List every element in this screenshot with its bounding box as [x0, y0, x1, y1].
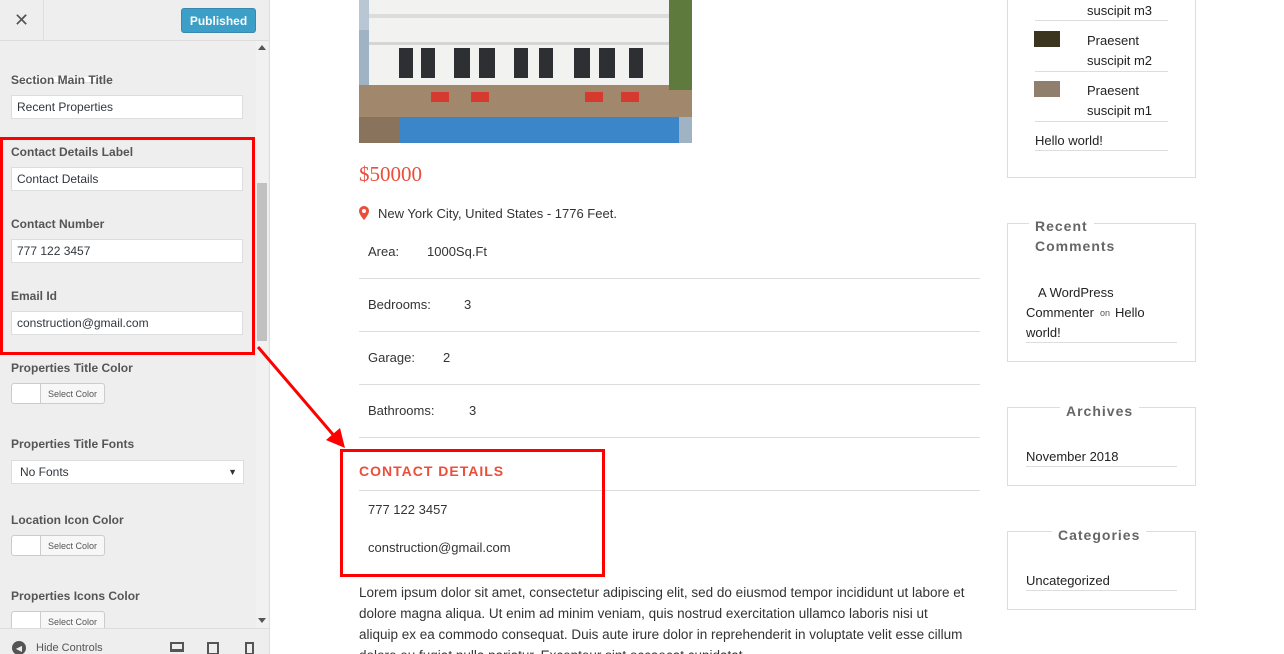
detail-value: 3 — [464, 297, 472, 312]
property-image — [359, 0, 692, 143]
detail-value: 1000Sq.Ft — [427, 244, 487, 259]
comment-post-link[interactable]: Hello — [1115, 305, 1145, 320]
contact-details-label-label: Contact Details Label — [11, 145, 134, 159]
mobile-preview-icon[interactable] — [245, 642, 254, 654]
scroll-up-icon[interactable] — [258, 45, 266, 50]
tablet-preview-icon[interactable] — [207, 642, 219, 654]
hide-controls-icon[interactable]: ◀ — [12, 641, 26, 654]
color-swatch — [12, 536, 41, 555]
divider — [359, 490, 980, 491]
hello-world-link[interactable]: Hello world! — [1035, 133, 1103, 148]
properties-icons-color-button[interactable]: Select Color — [11, 611, 105, 628]
recent-posts-widget: suscipit m3 Praesent suscipit m2 Praesen… — [1007, 0, 1196, 178]
widget-title: Recent — [1029, 218, 1094, 234]
detail-row-area: Area: 1000Sq.Ft — [359, 226, 980, 279]
caret-down-icon: ▼ — [228, 467, 237, 477]
customizer-footer: ◀ Hide Controls — [0, 628, 269, 654]
divider — [1035, 71, 1168, 72]
comment-author-cont[interactable]: Commenter — [1026, 305, 1094, 320]
customizer-screen: ✕ Published Section Main Title Recent Pr… — [0, 0, 1284, 654]
properties-title-color-label: Properties Title Color — [11, 361, 133, 375]
contact-phone: 777 122 3457 — [368, 502, 448, 517]
detail-key: Bedrooms: — [368, 297, 431, 312]
properties-icons-color-label: Properties Icons Color — [11, 589, 140, 603]
recent-post-link[interactable]: Praesent — [1087, 83, 1139, 98]
widget-title: Archives — [1060, 403, 1140, 419]
properties-title-fonts-select[interactable]: No Fonts ▼ — [11, 460, 244, 484]
color-swatch — [12, 384, 41, 403]
hide-controls-button[interactable]: Hide Controls — [36, 642, 103, 654]
post-thumbnail[interactable] — [1034, 81, 1060, 97]
close-icon: ✕ — [13, 10, 30, 30]
sidebar-scrollbar[interactable] — [256, 41, 268, 628]
property-price: $50000 — [359, 162, 422, 186]
desktop-preview-icon[interactable] — [170, 642, 184, 652]
categories-widget: Categories Uncategorized — [1007, 527, 1196, 610]
widget-title: Categories — [1052, 527, 1147, 543]
category-link[interactable]: Uncategorized — [1026, 573, 1110, 588]
contact-details-title: CONTACT DETAILS — [359, 463, 505, 479]
detail-value: 3 — [469, 403, 477, 418]
property-location: New York City, United States - 1776 Feet… — [378, 206, 617, 221]
location-icon-color-button[interactable]: Select Color — [11, 535, 105, 556]
contact-number-label: Contact Number — [11, 217, 105, 231]
archives-widget: Archives November 2018 — [1007, 403, 1196, 486]
post-thumbnail[interactable] — [1034, 31, 1060, 47]
email-id-input[interactable]: construction@gmail.com — [11, 311, 243, 335]
recent-post-link[interactable]: suscipit m3 — [1087, 3, 1152, 18]
select-color-text: Select Color — [47, 388, 98, 399]
recent-post-link[interactable]: Praesent — [1087, 33, 1139, 48]
contact-number-input[interactable]: 777 122 3457 — [11, 239, 243, 263]
detail-key: Garage: — [368, 350, 415, 365]
divider — [1035, 150, 1168, 151]
select-value: No Fonts — [20, 465, 69, 479]
map-marker-icon — [359, 206, 369, 220]
customizer-sidebar: ✕ Published Section Main Title Recent Pr… — [0, 0, 270, 654]
close-button[interactable]: ✕ — [0, 0, 44, 41]
properties-title-fonts-label: Properties Title Fonts — [11, 437, 135, 451]
location-icon-color-label: Location Icon Color — [11, 513, 124, 527]
divider — [1035, 20, 1168, 21]
section-main-title-label: Section Main Title — [11, 73, 113, 87]
detail-row-garage: Garage: 2 — [359, 332, 980, 385]
detail-key: Area: — [368, 244, 400, 259]
divider — [1026, 466, 1177, 467]
contact-details-label-input[interactable]: Contact Details — [11, 167, 243, 191]
email-id-label: Email Id — [11, 289, 58, 303]
detail-key: Bathrooms: — [368, 403, 435, 418]
properties-title-color-button[interactable]: Select Color — [11, 383, 105, 404]
divider — [1035, 121, 1168, 122]
color-swatch — [12, 612, 41, 628]
comment-on: on — [1100, 308, 1111, 318]
recent-post-link-cont[interactable]: suscipit m1 — [1087, 103, 1152, 118]
divider — [1026, 590, 1177, 591]
select-color-text: Select Color — [47, 616, 98, 627]
recent-post-link-cont[interactable]: suscipit m2 — [1087, 53, 1152, 68]
detail-value: 2 — [443, 350, 451, 365]
recent-comments-widget: Recent Comments A WordPress Commenter on… — [1007, 218, 1196, 362]
detail-row-bathrooms: Bathrooms: 3 — [359, 385, 980, 438]
customizer-header: ✕ Published — [0, 0, 269, 41]
widget-title-cont: Comments — [1029, 238, 1122, 254]
contact-email: construction@gmail.com — [368, 540, 511, 555]
controls-panel: Section Main Title Recent Properties Con… — [0, 41, 269, 628]
select-color-text: Select Color — [47, 540, 98, 551]
section-main-title-input[interactable]: Recent Properties — [11, 95, 243, 119]
scroll-thumb[interactable] — [257, 183, 267, 341]
property-description: Lorem ipsum dolor sit amet, consectetur … — [359, 585, 965, 654]
detail-row-bedrooms: Bedrooms: 3 — [359, 279, 980, 332]
comment-author[interactable]: A WordPress — [1038, 285, 1114, 300]
comment-post-link-cont[interactable]: world! — [1026, 325, 1061, 340]
publish-button[interactable]: Published — [181, 8, 256, 33]
archive-link[interactable]: November 2018 — [1026, 449, 1119, 464]
scroll-down-icon[interactable] — [258, 618, 266, 623]
annotation-arrow — [256, 346, 345, 448]
divider — [1026, 342, 1177, 343]
